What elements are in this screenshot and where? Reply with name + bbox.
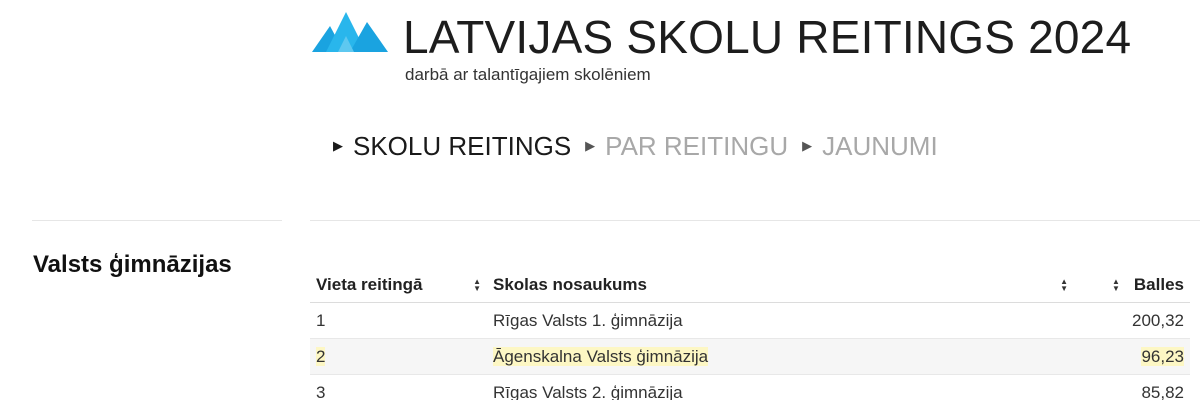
table-row[interactable]: 3 Rīgas Valsts 2. ģimnāzija 85,82 [310, 374, 1190, 400]
table-row[interactable]: 1 Rīgas Valsts 1. ģimnāzija 200,32 [310, 302, 1190, 339]
table-header-row: Vieta reitingā ▲ ▼ Skolas nosaukums ▲ ▼ ▲ ▼… [310, 268, 1190, 303]
school-name-cell: Rīgas Valsts 2. ģimnāzija [487, 374, 1074, 400]
triangle-right-icon: ▶ [333, 138, 343, 153]
ranking-table: Vieta reitingā ▲ ▼ Skolas nosaukums ▲ ▼ ▲ ▼… [310, 268, 1190, 400]
triangle-right-icon: ▶ [802, 138, 813, 153]
score-cell: 85,82 [1074, 374, 1190, 400]
page: LATVIJAS SKOLU REITINGS 2024 darbā ar ta… [0, 0, 1200, 400]
score-cell: 96,23 [1074, 338, 1190, 375]
triangle-right-icon: ▶ [585, 138, 596, 153]
site-title: LATVIJAS SKOLU REITINGS 2024 [403, 11, 1132, 63]
site-subtitle: darbā ar talantīgajiem skolēniem [405, 65, 651, 84]
column-header-label: Vieta reitingā [316, 275, 423, 294]
section-heading: Valsts ģimnāzijas [33, 251, 232, 278]
nav-item-par-reitingu[interactable]: ▶ PAR REITINGU [585, 128, 788, 164]
sort-icon[interactable]: ▲ ▼ [1112, 278, 1120, 293]
table-row-highlighted[interactable]: 2 Āgenskalna Valsts ģimnāzija 96,23 [310, 338, 1190, 375]
rank-cell: 2 [310, 338, 487, 375]
divider [310, 220, 1200, 221]
rank-cell: 1 [310, 302, 487, 339]
nav-item-label: SKOLU REITINGS [353, 131, 572, 161]
sort-icon[interactable]: ▲ ▼ [473, 278, 481, 293]
column-header-rank[interactable]: Vieta reitingā ▲ ▼ [310, 268, 487, 303]
column-header-label: Balles [1133, 275, 1184, 294]
nav-item-label: JAUNUMI [822, 131, 938, 161]
column-header-score[interactable]: ▲ ▼ Balles [1074, 268, 1190, 303]
rank-value: 2 [316, 346, 326, 366]
school-name-cell: Āgenskalna Valsts ģimnāzija [487, 338, 1074, 375]
divider [32, 220, 282, 221]
sort-icon[interactable]: ▲ ▼ [1060, 278, 1068, 293]
nav-item-skolu-reitings[interactable]: ▶ SKOLU REITINGS [333, 128, 571, 164]
nav-item-label: PAR REITINGU [605, 131, 789, 161]
score-cell: 200,32 [1074, 302, 1190, 339]
mountains-logo-icon[interactable] [312, 8, 388, 54]
main-nav: ▶ SKOLU REITINGS ▶ PAR REITINGU ▶ JAUNUM… [333, 128, 952, 164]
column-header-label: Skolas nosaukums [493, 275, 648, 294]
school-name-cell: Rīgas Valsts 1. ģimnāzija [487, 302, 1074, 339]
nav-item-jaunumi[interactable]: ▶ JAUNUMI [802, 128, 938, 164]
rank-cell: 3 [310, 374, 487, 400]
column-header-name[interactable]: Skolas nosaukums ▲ ▼ [487, 268, 1074, 303]
school-name-value: Āgenskalna Valsts ģimnāzija [493, 346, 709, 366]
score-value: 96,23 [1141, 346, 1184, 366]
